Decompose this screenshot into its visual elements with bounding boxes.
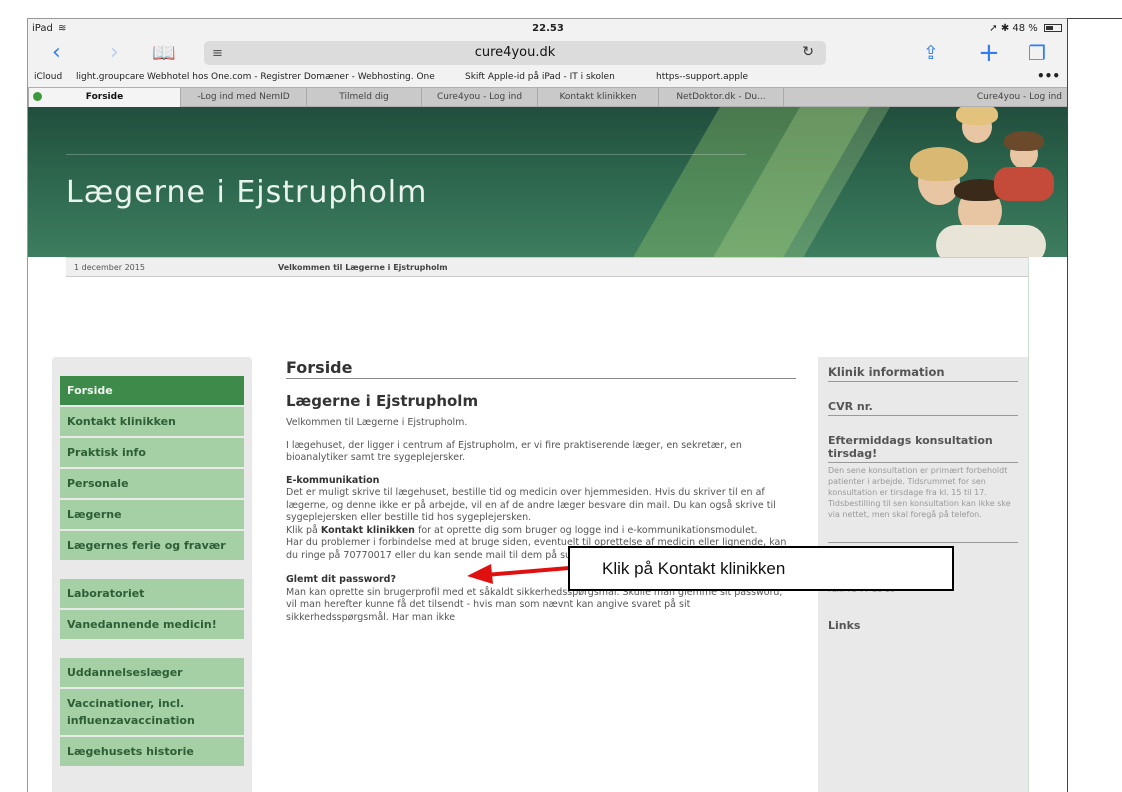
tab-bar: Forside -Log ind med NemID Tilmeld dig C… bbox=[28, 87, 1067, 107]
current-date: 1 december 2015 bbox=[74, 263, 145, 272]
instruction-text: for at oprette dig som bruger og logge i… bbox=[414, 524, 758, 536]
bookmarks-bar: iCloud light.groupcare Webhotel hos One.… bbox=[28, 67, 1067, 87]
photo-person bbox=[956, 107, 998, 125]
clinic-info-title: Klinik information bbox=[828, 366, 1018, 382]
password-text: Man kan oprette sin brugerprofil med et … bbox=[286, 586, 783, 623]
sidebar-nav: Forside Kontakt klinikken Praktisk info … bbox=[52, 357, 252, 792]
nav-item-vanedannende[interactable]: Vanedannende medicin! bbox=[60, 610, 244, 641]
ekommunikation-instruction: Klik på Kontakt klinikken for at oprette… bbox=[286, 525, 796, 538]
status-bar: iPad ≋ 22.53 ➚ ✱ 48 % bbox=[28, 19, 1067, 41]
nav-item-forside[interactable]: Forside bbox=[60, 376, 244, 407]
nav-item-ferie[interactable]: Lægernes ferie og fravær bbox=[60, 531, 244, 562]
nav-item-laegerne[interactable]: Lægerne bbox=[60, 500, 244, 531]
ekommunikation-text: Det er muligt skrive til lægehuset, best… bbox=[286, 487, 776, 523]
instruction-text: Klik på bbox=[286, 524, 321, 536]
date-bar: 1 december 2015 Velkommen til Lægerne i … bbox=[66, 257, 1028, 277]
tab-nemid[interactable]: -Log ind med NemID bbox=[180, 88, 306, 107]
bookmarks-icon[interactable]: 📖 bbox=[152, 42, 176, 64]
tab-netdoktor[interactable]: NetDoktor.dk - Du... bbox=[658, 88, 783, 107]
frame-border-right bbox=[1067, 18, 1068, 792]
forward-icon[interactable]: › bbox=[110, 42, 119, 64]
clock: 22.53 bbox=[532, 23, 564, 34]
welcome-text: Velkommen til Lægerne i Ejstrupholm bbox=[278, 263, 448, 272]
photo-person bbox=[910, 147, 968, 181]
bookmark-item[interactable]: https--support.apple bbox=[656, 72, 748, 82]
reload-icon[interactable]: ↻ bbox=[802, 44, 814, 60]
bookmark-item[interactable]: Webhotel hos One.com - Registrer Domæner… bbox=[147, 72, 435, 82]
frame-border-top bbox=[1068, 18, 1122, 19]
battery-icon bbox=[1044, 24, 1062, 32]
bookmark-item[interactable]: light.groupcare bbox=[76, 72, 144, 82]
nav-item-personale[interactable]: Personale bbox=[60, 469, 244, 500]
photo-person bbox=[936, 225, 1046, 257]
afternoon-text: Den sene konsultation er primært forbeho… bbox=[828, 466, 1011, 519]
arrow-head bbox=[467, 564, 493, 584]
intro-paragraph: I lægehuset, der ligger i centrum af Ejs… bbox=[286, 439, 742, 464]
back-icon[interactable]: ‹ bbox=[52, 42, 61, 64]
address-bar[interactable]: ≡ cure4you.dk ↻ bbox=[204, 41, 826, 65]
nav-item-uddannelseslaeger[interactable]: Uddannelseslæger bbox=[60, 658, 244, 689]
location-icon: ➚ bbox=[989, 23, 998, 34]
share-icon[interactable]: ⇪ bbox=[923, 42, 939, 64]
screenshot-frame: iPad ≋ 22.53 ➚ ✱ 48 % ‹ › 📖 ≡ cure4you.d… bbox=[0, 0, 1122, 792]
device-label: iPad bbox=[32, 23, 53, 34]
links-title: Links bbox=[828, 619, 861, 632]
status-right: ➚ ✱ 48 % bbox=[989, 23, 1062, 34]
photo-person bbox=[994, 167, 1054, 201]
tabs-icon[interactable]: ❐ bbox=[1028, 42, 1046, 64]
battery-percent: 48 % bbox=[1012, 23, 1038, 34]
web-page: Lægerne i Ejstrupholm 1 december 2015 Ve… bbox=[28, 107, 1067, 792]
arrow-shaft bbox=[484, 565, 582, 577]
nav-item-vaccinationer[interactable]: Vaccinationer, incl. influenzavaccinatio… bbox=[60, 689, 244, 737]
url-text: cure4you.dk bbox=[474, 45, 556, 60]
page-title: Forside bbox=[286, 360, 796, 379]
bluetooth-icon: ✱ bbox=[1000, 23, 1010, 34]
nav-item-praktisk-info[interactable]: Praktisk info bbox=[60, 438, 244, 469]
cvr-label: CVR nr. bbox=[828, 400, 1018, 416]
site-banner: Lægerne i Ejstrupholm bbox=[28, 107, 1067, 257]
kontakt-klinikken-link[interactable]: Kontakt klinikken bbox=[321, 525, 415, 536]
nav-item-kontakt-klinikken[interactable]: Kontakt klinikken bbox=[60, 407, 244, 438]
banner-line bbox=[66, 154, 746, 155]
safari-toolbar: ‹ › 📖 ≡ cure4you.dk ↻ ⇪ + ❐ bbox=[28, 40, 1067, 67]
bookmark-item[interactable]: Skift Apple-id på iPad - IT i skolen bbox=[465, 72, 615, 82]
bookmark-item[interactable]: iCloud bbox=[34, 72, 62, 82]
family-photo bbox=[798, 107, 1067, 257]
tab-forside[interactable]: Forside bbox=[28, 88, 180, 107]
section-title: Lægerne i Ejstrupholm bbox=[286, 391, 479, 410]
intro-text: Velkommen til Lægerne i Ejstrupholm. bbox=[286, 417, 468, 428]
wifi-icon: ≋ bbox=[58, 23, 67, 34]
close-tab-icon[interactable] bbox=[33, 92, 42, 101]
tab-cure4you-login-2[interactable]: Cure4you - Log ind bbox=[783, 88, 1067, 107]
photo-person bbox=[1004, 131, 1044, 151]
new-tab-icon[interactable]: + bbox=[978, 40, 1000, 66]
tab-cure4you-login[interactable]: Cure4you - Log ind bbox=[421, 88, 537, 107]
annotation-arrow bbox=[467, 564, 582, 584]
nav-item-laboratoriet[interactable]: Laboratoriet bbox=[60, 579, 244, 610]
ekommunikation-title: E-kommunikation bbox=[286, 474, 380, 486]
afternoon-title: Eftermiddags konsultation tirsdag! bbox=[828, 434, 1018, 463]
annotation-callout: Klik på Kontakt klinikken bbox=[568, 546, 954, 591]
nav-item-historie[interactable]: Lægehusets historie bbox=[60, 737, 244, 768]
tab-tilmeld[interactable]: Tilmeld dig bbox=[306, 88, 421, 107]
divider bbox=[1028, 257, 1029, 792]
site-title: Lægerne i Ejstrupholm bbox=[66, 175, 428, 210]
ipad-screen: iPad ≋ 22.53 ➚ ✱ 48 % ‹ › 📖 ≡ cure4you.d… bbox=[27, 18, 1067, 792]
tab-kontakt[interactable]: Kontakt klinikken bbox=[537, 88, 658, 107]
more-icon[interactable]: ••• bbox=[1037, 69, 1060, 83]
